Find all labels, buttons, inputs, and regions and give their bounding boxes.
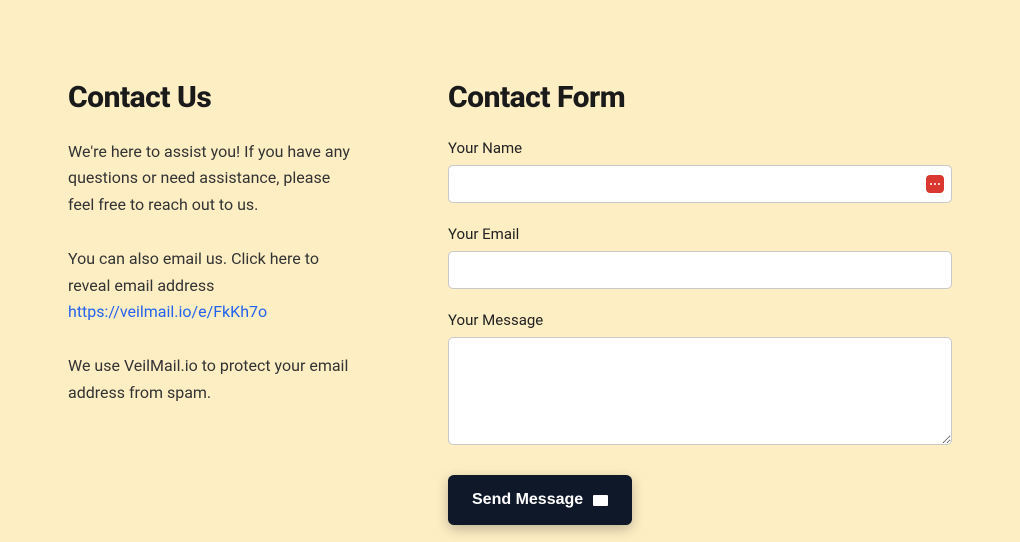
autofill-indicator-icon[interactable] <box>926 175 944 193</box>
name-input[interactable] <box>448 165 952 203</box>
message-field-group: Your Message <box>448 311 952 449</box>
email-paragraph: You can also email us. Click here to rev… <box>68 246 358 325</box>
veilmail-note: We use VeilMail.io to protect your email… <box>68 353 358 406</box>
send-button-label: Send Message <box>472 491 583 509</box>
send-message-button[interactable]: Send Message <box>448 475 632 525</box>
intro-paragraph: We're here to assist you! If you have an… <box>68 139 358 218</box>
email-field-group: Your Email <box>448 225 952 289</box>
email-lead-text: You can also email us. Click here to rev… <box>68 249 319 294</box>
message-label: Your Message <box>448 311 952 329</box>
message-textarea[interactable] <box>448 337 952 445</box>
contact-us-heading: Contact Us <box>68 80 358 115</box>
veilmail-link[interactable]: https://veilmail.io/e/FkKh7o <box>68 302 267 321</box>
envelope-icon <box>593 495 608 506</box>
email-input[interactable] <box>448 251 952 289</box>
name-input-wrapper <box>448 165 952 203</box>
email-label: Your Email <box>448 225 952 243</box>
contact-info-column: Contact Us We're here to assist you! If … <box>68 80 358 542</box>
contact-form-heading: Contact Form <box>448 80 952 115</box>
name-field-group: Your Name <box>448 139 952 203</box>
contact-form-column: Contact Form Your Name Your Email Your M… <box>448 80 952 542</box>
name-label: Your Name <box>448 139 952 157</box>
